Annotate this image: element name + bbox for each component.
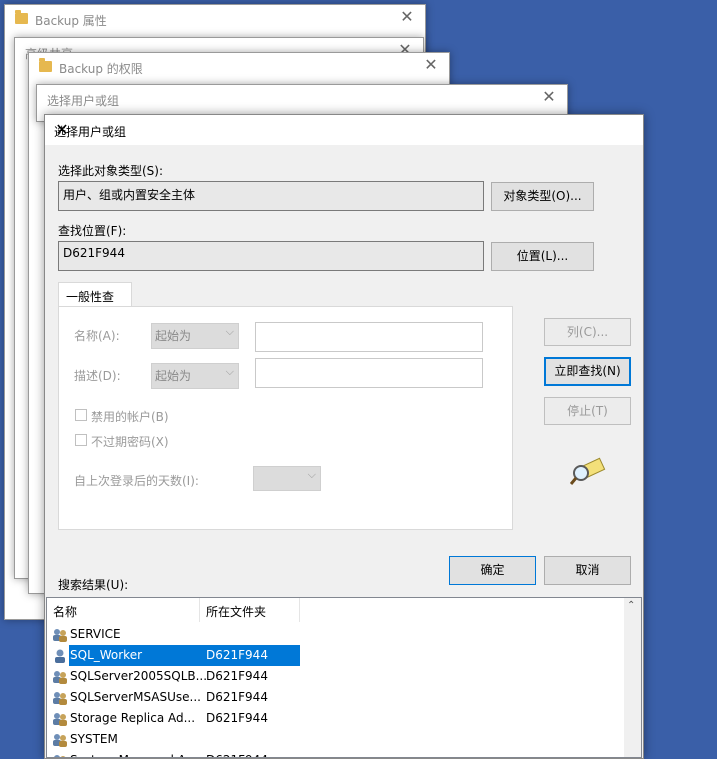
disabled-accounts-checkbox[interactable] [75, 409, 87, 421]
window-title: Backup 属性 [35, 14, 107, 28]
row-name: SYSTEM [70, 732, 118, 746]
table-row[interactable]: SQLServer2005SQLB... D621F944 [47, 666, 641, 687]
group-icon [52, 669, 68, 685]
chevron-down-icon: ⌵ [225, 365, 234, 378]
no-expire-password-label: 不过期密码(X) [91, 435, 169, 449]
row-folder: D621F944 [206, 711, 268, 725]
group-icon [52, 690, 68, 706]
search-magnifier-icon [570, 457, 606, 485]
folder-icon [15, 10, 28, 24]
row-name: SQL_Worker [70, 648, 143, 662]
window-title: 选择用户或组 [47, 94, 120, 108]
scrollbar[interactable]: ⌃ [624, 598, 641, 757]
table-row[interactable]: SQL_Worker D621F944 [47, 645, 641, 666]
row-name: System Managed A... [70, 753, 197, 757]
group-icon [52, 753, 68, 757]
close-icon[interactable]: ✕ [54, 122, 70, 138]
table-row[interactable]: SQLServerMSASUse... D621F944 [47, 687, 641, 708]
description-mode-value: 起始为 [155, 369, 192, 383]
description-label: 描述(D): [74, 369, 121, 383]
chevron-down-icon: ⌵ [225, 325, 234, 338]
search-results-list[interactable]: 名称 所在文件夹 SERVICE SQL_Worker D621F944 SQLSer… [46, 597, 642, 758]
window-titlebar: 选择用户或组 ✕ [37, 85, 567, 115]
group-icon [52, 732, 68, 748]
description-input[interactable] [255, 358, 483, 388]
table-row[interactable]: Storage Replica Ad... D621F944 [47, 708, 641, 729]
days-since-logon-select[interactable]: ⌵ [253, 466, 321, 491]
table-row[interactable]: SYSTEM [47, 729, 641, 750]
columns-button[interactable]: 列(C)... [544, 318, 631, 346]
name-input[interactable] [255, 322, 483, 352]
folder-icon [39, 58, 52, 72]
column-header-name[interactable]: 名称 [47, 598, 200, 622]
table-row[interactable]: SERVICE [47, 624, 641, 645]
tab-general-query[interactable]: 一般性查询 [58, 282, 132, 321]
close-icon[interactable]: ✕ [541, 89, 557, 105]
location-field: D621F944 [58, 241, 484, 271]
description-mode-select[interactable]: 起始为 ⌵ [151, 363, 239, 389]
group-icon [52, 627, 68, 643]
object-type-field: 用户、组或内置安全主体 [58, 181, 484, 211]
row-name: Storage Replica Ad... [70, 711, 196, 725]
row-name: SQLServer2005SQLB... [70, 669, 208, 683]
window-titlebar: Backup 属性 ✕ [5, 5, 425, 35]
locations-button[interactable]: 位置(L)... [491, 242, 594, 271]
close-icon[interactable]: ✕ [423, 57, 439, 73]
window-titlebar: Backup 的权限 ✕ [29, 53, 449, 83]
object-type-label: 选择此对象类型(S): [58, 164, 164, 178]
stop-button[interactable]: 停止(T) [544, 397, 631, 425]
days-since-logon-label: 自上次登录后的天数(I): [74, 474, 199, 488]
general-query-panel: 名称(A): 起始为 ⌵ 描述(D): 起始为 ⌵ 禁用的帐户(B) 不过期密码… [58, 306, 513, 530]
row-folder: D621F944 [206, 690, 268, 704]
user-icon [52, 648, 68, 664]
group-icon [52, 711, 68, 727]
disabled-accounts-label: 禁用的帐户(B) [91, 410, 169, 424]
name-mode-value: 起始为 [155, 329, 192, 343]
object-types-button[interactable]: 对象类型(O)... [491, 182, 594, 211]
select-users-dialog: 选择用户或组 ✕ 选择此对象类型(S): 用户、组或内置安全主体 对象类型(O)… [44, 114, 644, 759]
location-label: 查找位置(F): [58, 224, 127, 238]
row-folder: D621F944 [206, 669, 268, 683]
row-name: SERVICE [70, 627, 121, 641]
results-label: 搜索结果(U): [58, 578, 129, 592]
cancel-button[interactable]: 取消 [544, 556, 631, 585]
ok-button[interactable]: 确定 [449, 556, 536, 585]
row-name: SQLServerMSASUse... [70, 690, 201, 704]
find-now-button[interactable]: 立即查找(N) [544, 357, 631, 386]
scroll-up-icon[interactable]: ⌃ [627, 600, 635, 611]
no-expire-password-checkbox[interactable] [75, 434, 87, 446]
name-mode-select[interactable]: 起始为 ⌵ [151, 323, 239, 349]
close-icon[interactable]: ✕ [399, 9, 415, 25]
row-folder: D621F944 [206, 753, 268, 757]
row-folder: D621F944 [206, 648, 268, 662]
window-title: Backup 的权限 [59, 62, 143, 76]
name-label: 名称(A): [74, 329, 120, 343]
chevron-down-icon: ⌵ [307, 468, 316, 481]
column-header-folder[interactable]: 所在文件夹 [200, 598, 300, 622]
dialog-titlebar: 选择用户或组 ✕ [45, 115, 643, 145]
